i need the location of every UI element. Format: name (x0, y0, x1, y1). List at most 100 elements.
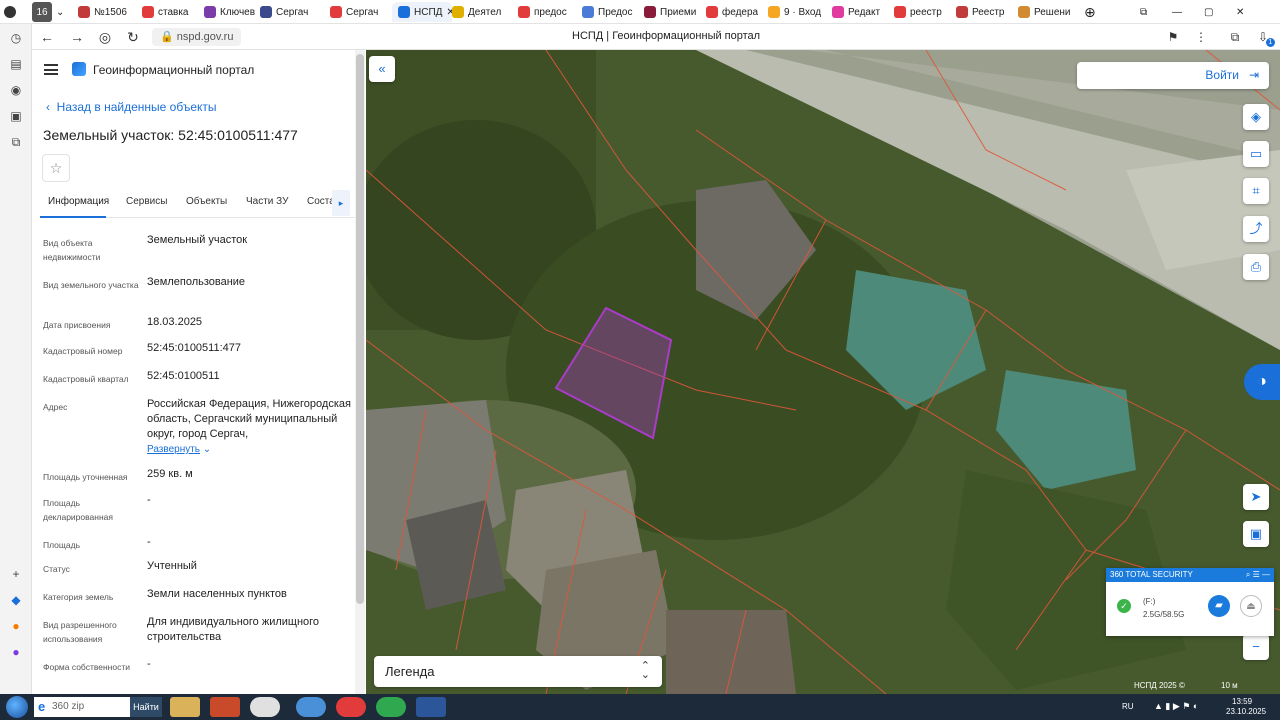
share-icon[interactable]: ⤴ (1243, 216, 1269, 242)
forward-arrow-icon[interactable]: → (68, 28, 86, 46)
geolocate-icon[interactable]: ➤ (1243, 484, 1269, 510)
tab-favicon-icon (956, 6, 968, 18)
tab-counter[interactable]: 16 (32, 2, 52, 22)
word-icon[interactable] (416, 697, 446, 717)
property-value: - (147, 535, 357, 550)
reload-icon[interactable]: ↻ (124, 28, 142, 46)
collapse-panel-icon[interactable]: « (369, 56, 395, 82)
login-button[interactable]: Войти ⇥ (1077, 62, 1269, 89)
close-icon[interactable]: ✕ (1236, 2, 1250, 22)
taskbar-search-text: 360 zip (52, 701, 85, 712)
browser-side-rail: ◷ ▤ ◉ ▣ ⧉ + ◆ ● ● (0, 24, 32, 696)
taskbar-search-field[interactable]: e 360 zip (34, 697, 130, 717)
tab-favicon-icon (330, 6, 342, 18)
chrome-icon[interactable] (296, 697, 326, 717)
browser-tab[interactable]: НСПД ✕ (392, 2, 452, 22)
browser-tab[interactable]: 9 · Вход (768, 2, 828, 22)
yandex-browser-icon[interactable] (250, 697, 280, 717)
property-value-text: - (147, 494, 151, 506)
widget-controls-icon[interactable]: ⌕ ☰ — (1246, 568, 1270, 582)
assistant-icon[interactable]: ◑ (1244, 364, 1280, 400)
scrollbar-thumb[interactable] (356, 54, 364, 604)
tab-favicon-icon (706, 6, 718, 18)
minimap-icon[interactable]: ▣ (1243, 521, 1269, 547)
legend-panel[interactable]: Легенда ⌃ ⌄ (374, 656, 662, 687)
history-icon[interactable]: ◷ (8, 30, 24, 46)
add-icon[interactable]: + (8, 566, 24, 582)
expand-address-link[interactable]: Развернуть ⌄ (147, 444, 211, 455)
alice-icon[interactable]: ● (8, 644, 24, 660)
start-button[interactable] (6, 696, 28, 718)
browser-tab[interactable]: Ключев (204, 2, 264, 22)
portal-name: Геоинформационный портал (93, 63, 255, 77)
browser-tab[interactable]: федера (706, 2, 766, 22)
browser-tab-bar: 16 ⌄ №1506 ставка Ключев Сергач Сергач НСПД ✕ Д… (0, 0, 1280, 24)
tab-information[interactable]: Информация (48, 196, 109, 207)
browser-tab[interactable]: Предос (582, 2, 642, 22)
lock-icon: 🔒 (160, 31, 177, 43)
browser-tab[interactable]: реестр (894, 2, 954, 22)
select-area-icon[interactable]: ⌗ (1243, 178, 1269, 204)
tab-label: федера (722, 6, 759, 18)
new-tab-button[interactable]: ⊕ (1084, 2, 1100, 22)
taskbar-search-button[interactable]: Найти (130, 697, 162, 717)
browser-tab[interactable]: Реестр (956, 2, 1016, 22)
browser-tab[interactable]: Сергач (260, 2, 320, 22)
favorite-star-icon[interactable]: ☆ (42, 154, 70, 182)
browser-tab[interactable]: Редакт (832, 2, 892, 22)
browser-tab[interactable]: ставка (142, 2, 202, 22)
tabs-icon[interactable]: ▣ (8, 108, 24, 124)
login-label: Войти (1205, 68, 1239, 82)
tab-label: Деятел (468, 6, 502, 18)
folder-icon[interactable]: ▰ (1208, 595, 1230, 617)
browser-tab[interactable]: предос (518, 2, 578, 22)
extensions-icon[interactable]: ⧉ (1226, 28, 1244, 46)
property-value-text: 259 кв. м (147, 468, 193, 480)
browser-icon[interactable] (376, 697, 406, 717)
browser-menu-icon[interactable] (4, 2, 24, 22)
back-to-results-link[interactable]: ‹ Назад в найденные объекты (46, 100, 217, 114)
tab-label: реестр (910, 6, 942, 18)
tab-objects[interactable]: Объекты (186, 196, 227, 207)
back-arrow-icon[interactable]: ← (38, 28, 56, 46)
tab-services[interactable]: Сервисы (126, 196, 167, 207)
tabs-scroll-right-icon[interactable]: ▸ (332, 190, 350, 216)
print-icon[interactable]: ⎙ (1243, 254, 1269, 280)
tab-favicon-icon (832, 6, 844, 18)
eject-icon[interactable]: ⏏ (1240, 595, 1262, 617)
url-field[interactable]: 🔒 nspd.gov.ru (152, 28, 242, 46)
tray-icons[interactable]: ▲ ▮ ▶ ⚑ ◐ (1154, 701, 1198, 712)
menu-icon[interactable] (44, 64, 58, 75)
browser-tab[interactable]: Приеми (644, 2, 704, 22)
more-icon[interactable]: ⋮ (1192, 28, 1210, 46)
browser-tab[interactable]: Сергач (330, 2, 390, 22)
browser-tab[interactable]: Деятел (452, 2, 512, 22)
maximize-icon[interactable]: ▢ (1204, 2, 1218, 22)
explorer-icon[interactable] (170, 697, 200, 717)
clock-date[interactable]: 23.10.2025 (1226, 707, 1266, 716)
browser-tab[interactable]: №1506 (78, 2, 138, 22)
app-icon-2[interactable] (210, 697, 240, 717)
media-icon[interactable]: ◉ (8, 82, 24, 98)
tab-actions-icon[interactable]: ⧉ (1140, 2, 1154, 22)
zoom-out-icon[interactable]: − (1243, 634, 1269, 660)
bookmark-icon[interactable]: ⚑ (1164, 28, 1182, 46)
minimize-icon[interactable]: — (1172, 2, 1186, 22)
tab-favicon-icon (582, 6, 594, 18)
app-icon[interactable]: ◆ (8, 592, 24, 608)
screenshot-icon[interactable]: ⧉ (8, 134, 24, 150)
protect-icon[interactable]: ◎ (96, 28, 114, 46)
tab-parts[interactable]: Части ЗУ (246, 196, 288, 207)
ruler-icon[interactable]: ▭ (1243, 141, 1269, 167)
windows-taskbar: e 360 zip Найти RU ▲ ▮ ▶ ⚑ ◐ 13:59 23.10… (0, 694, 1280, 720)
browser-tab[interactable]: Решени (1018, 2, 1078, 22)
notes-icon[interactable]: ▤ (8, 56, 24, 72)
chevron-down-icon[interactable]: ⌄ (56, 2, 72, 22)
mail-icon[interactable]: ● (8, 618, 24, 634)
layers-icon[interactable]: ◈ (1243, 104, 1269, 130)
clock-time[interactable]: 13:59 (1232, 697, 1252, 706)
url-text: nspd.gov.ru (176, 31, 234, 43)
language-indicator[interactable]: RU (1122, 702, 1134, 711)
sidebar-scrollbar[interactable] (355, 50, 365, 694)
yandex-icon[interactable] (336, 697, 366, 717)
